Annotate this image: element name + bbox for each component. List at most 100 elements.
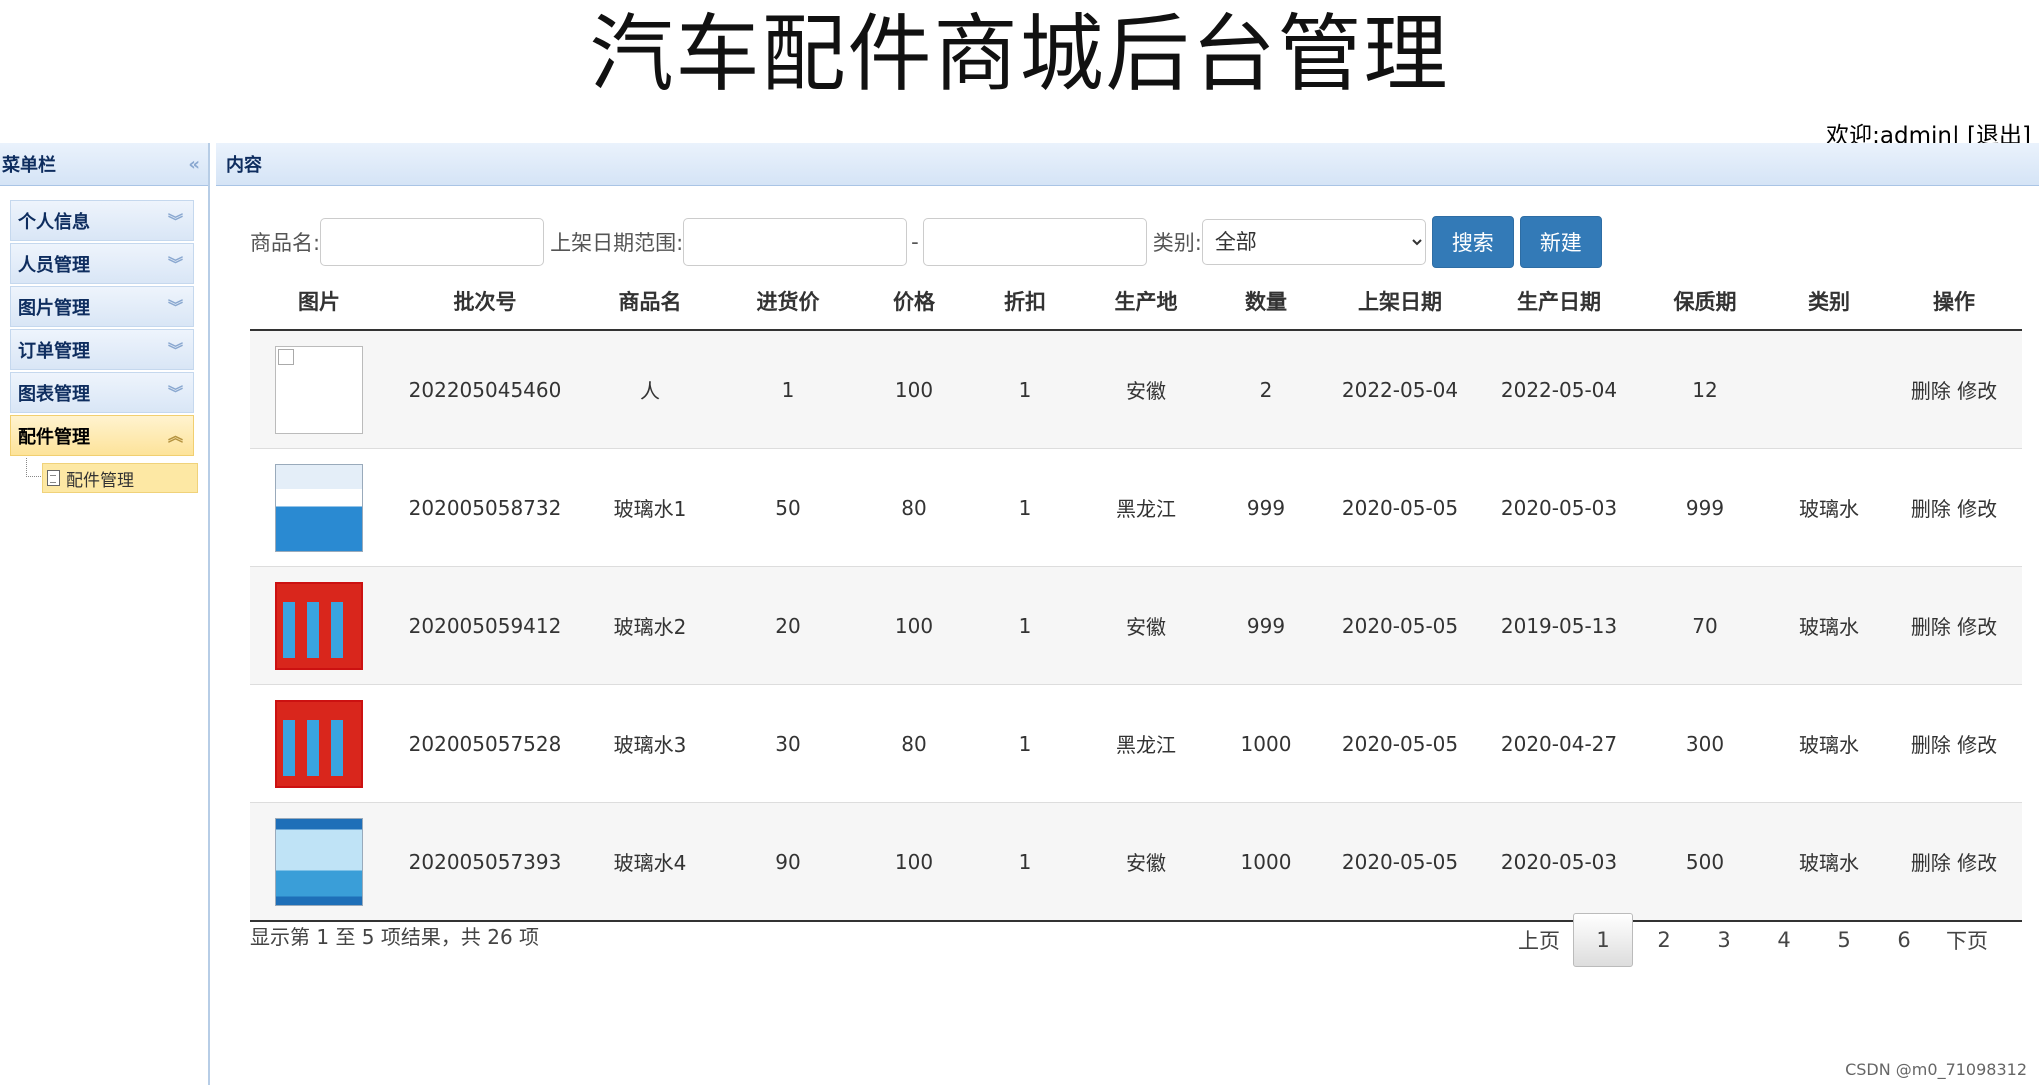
cell-shelf: 300 (1638, 684, 1772, 803)
col-header-batch: 批次号 (388, 273, 582, 331)
cell-origin: 安徽 (1080, 329, 1212, 449)
menu-item-label: 图片管理 (18, 297, 90, 319)
delete-link[interactable]: 删除 (1911, 497, 1951, 521)
cell-actions: 删除 修改 (1886, 566, 2022, 685)
date-start-input[interactable] (683, 218, 908, 266)
cell-produced: 2020-04-27 (1480, 684, 1638, 803)
product-image (275, 463, 363, 552)
submenu-item-parts[interactable]: 配件管理 (42, 463, 198, 493)
page-button[interactable]: 4 (1755, 914, 1813, 966)
edit-link[interactable]: 修改 (1957, 851, 1997, 875)
col-header-qty: 数量 (1212, 273, 1320, 331)
cell-image (250, 329, 388, 449)
cell-origin: 安徽 (1080, 566, 1212, 685)
delete-link[interactable]: 删除 (1911, 615, 1951, 639)
menu-item-label: 配件管理 (18, 426, 90, 448)
col-header-category: 类别 (1772, 273, 1886, 331)
table-header: 图片 批次号 商品名 进货价 价格 折扣 生产地 数量 上架日期 生产日期 保质… (250, 273, 2022, 331)
prev-page-button[interactable]: 上页 (1507, 914, 1571, 966)
sidebar-title: 菜单栏 (2, 155, 56, 176)
col-header-name: 商品名 (582, 273, 718, 331)
edit-link[interactable]: 修改 (1957, 379, 1997, 403)
edit-link[interactable]: 修改 (1957, 615, 1997, 639)
cell-name: 玻璃水4 (582, 802, 718, 922)
col-header-actions: 操作 (1886, 273, 2022, 331)
document-icon (47, 470, 60, 486)
cell-discount: 1 (970, 684, 1080, 803)
cell-listed: 2020-05-05 (1320, 684, 1480, 803)
col-header-price: 价格 (858, 273, 970, 331)
cell-name: 玻璃水1 (582, 448, 718, 567)
new-button[interactable]: 新建 (1519, 216, 1602, 268)
cell-discount: 1 (970, 448, 1080, 567)
cell-category: 玻璃水 (1772, 684, 1886, 803)
collapse-sidebar-icon[interactable]: « (188, 154, 200, 175)
cell-listed: 2020-05-05 (1320, 566, 1480, 685)
next-page-button[interactable]: 下页 (1935, 914, 1999, 966)
delete-link[interactable]: 删除 (1911, 851, 1951, 875)
cell-produced: 2020-05-03 (1480, 448, 1638, 567)
delete-link[interactable]: 删除 (1911, 733, 1951, 757)
page-button[interactable]: 2 (1635, 914, 1693, 966)
edit-link[interactable]: 修改 (1957, 497, 1997, 521)
menu-item-personal-info[interactable]: 个人信息 ︾ (10, 200, 194, 241)
content-title: 内容 (226, 155, 262, 176)
cell-image (250, 802, 388, 922)
double-chevron-down-icon: ︾ (167, 298, 183, 316)
page-button-current[interactable]: 1 (1573, 913, 1633, 967)
menu-item-parts[interactable]: 配件管理 ︽ (10, 415, 194, 456)
menu-item-staff[interactable]: 人员管理 ︾ (10, 243, 194, 284)
cell-category: 玻璃水 (1772, 802, 1886, 922)
col-header-produced: 生产日期 (1480, 273, 1638, 331)
menu-item-label: 人员管理 (18, 254, 90, 276)
page-button[interactable]: 5 (1815, 914, 1873, 966)
page-button[interactable]: 6 (1875, 914, 1933, 966)
double-chevron-down-icon: ︾ (167, 255, 183, 273)
col-header-shelf: 保质期 (1638, 273, 1772, 331)
cell-actions: 删除 修改 (1886, 448, 2022, 567)
cell-origin: 黑龙江 (1080, 684, 1212, 803)
cell-cost: 20 (718, 566, 858, 685)
submenu-item-label: 配件管理 (66, 470, 134, 491)
cell-produced: 2022-05-04 (1480, 329, 1638, 449)
cell-category (1772, 329, 1886, 449)
menu-item-images[interactable]: 图片管理 ︾ (10, 286, 194, 327)
cell-shelf: 70 (1638, 566, 1772, 685)
category-select[interactable]: 全部 (1201, 219, 1426, 265)
category-label: 类别: (1152, 231, 1202, 255)
cell-cost: 1 (718, 329, 858, 449)
cell-cost: 90 (718, 802, 858, 922)
cell-price: 100 (858, 566, 970, 685)
menu-item-charts[interactable]: 图表管理 ︾ (10, 372, 194, 413)
cell-discount: 1 (970, 802, 1080, 922)
cell-shelf: 999 (1638, 448, 1772, 567)
delete-link[interactable]: 删除 (1911, 379, 1951, 403)
cell-price: 100 (858, 329, 970, 449)
date-range-dash: - (911, 230, 919, 254)
edit-link[interactable]: 修改 (1957, 733, 1997, 757)
product-name-input[interactable] (320, 218, 545, 266)
menu-item-label: 个人信息 (18, 211, 90, 233)
table-row: 202005059412 玻璃水2 20 100 1 安徽 999 2020-0… (250, 566, 2022, 685)
table-row: 202005057528 玻璃水3 30 80 1 黑龙江 1000 2020-… (250, 684, 2022, 803)
tree-connector (26, 458, 41, 477)
cell-price: 100 (858, 802, 970, 922)
cell-actions: 删除 修改 (1886, 802, 2022, 922)
search-button[interactable]: 搜索 (1431, 216, 1514, 268)
parts-table: 图片 批次号 商品名 进货价 价格 折扣 生产地 数量 上架日期 生产日期 保质… (250, 273, 2022, 922)
page-button[interactable]: 3 (1695, 914, 1753, 966)
date-range-label: 上架日期范围: (550, 231, 684, 255)
cell-price: 80 (858, 448, 970, 567)
table-row: 202205045460 人 1 100 1 安徽 2 2022-05-04 2… (250, 329, 2022, 449)
cell-qty: 999 (1212, 448, 1320, 567)
cell-actions: 删除 修改 (1886, 684, 2022, 803)
cell-shelf: 12 (1638, 329, 1772, 449)
cell-produced: 2020-05-03 (1480, 802, 1638, 922)
menu-item-orders[interactable]: 订单管理 ︾ (10, 329, 194, 370)
date-end-input[interactable] (922, 218, 1147, 266)
double-chevron-down-icon: ︾ (167, 212, 183, 230)
broken-image (275, 345, 363, 434)
cell-name: 人 (582, 329, 718, 449)
col-header-discount: 折扣 (970, 273, 1080, 331)
cell-qty: 2 (1212, 329, 1320, 449)
